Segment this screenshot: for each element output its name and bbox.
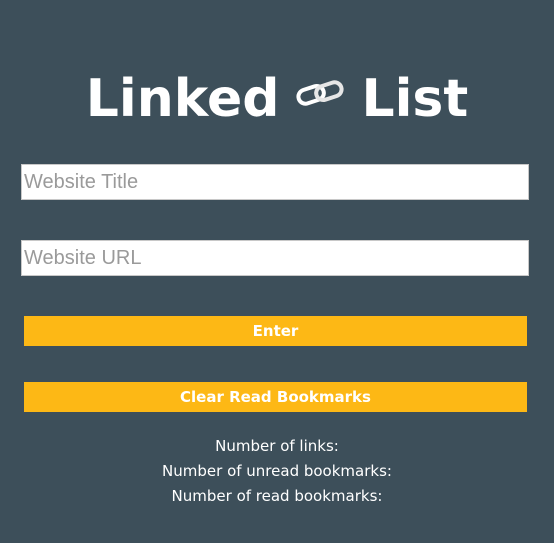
website-url-input[interactable] [21,240,529,276]
app-header: Linked List [0,66,554,132]
website-title-input[interactable] [21,164,529,200]
unread-count-label: Number of unread bookmarks: [162,462,392,480]
enter-button[interactable]: Enter [24,316,527,346]
title-right: List [361,69,469,129]
clear-read-bookmarks-button[interactable]: Clear Read Bookmarks [24,382,527,412]
title-left: Linked [85,69,280,129]
read-count-label: Number of read bookmarks: [171,487,383,505]
app-container: Linked List Enter Clear Read Bookmarks N… [0,0,554,543]
chain-link-icon [295,78,345,108]
bookmark-stats: Number of links: Number of unread bookma… [0,434,554,509]
links-count-label: Number of links: [215,437,339,455]
